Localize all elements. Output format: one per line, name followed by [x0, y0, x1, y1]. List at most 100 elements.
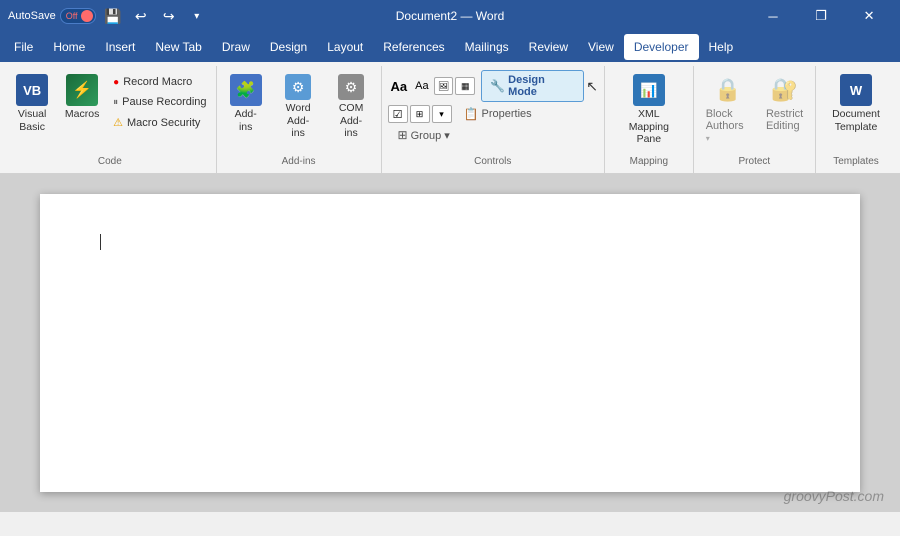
menu-item-developer[interactable]: Developer — [624, 34, 699, 60]
text-size-large-btn[interactable]: Aa — [388, 78, 411, 95]
xml-mapping-pane-button[interactable]: 📊 XML MappingPane — [611, 70, 687, 150]
menu-item-mailings[interactable]: Mailings — [455, 34, 519, 60]
xml-mapping-icon: 📊 — [633, 74, 665, 106]
title-bar-right: ─ ❐ ✕ — [597, 0, 892, 32]
templates-group-label: Templates — [822, 154, 890, 169]
vb-label: VisualBasic — [18, 108, 46, 133]
group-area: ⊞ Group ▾ — [392, 126, 456, 144]
close-button[interactable]: ✕ — [846, 0, 892, 32]
undo-button[interactable]: ↩ — [130, 5, 152, 27]
properties-label: Properties — [482, 108, 532, 120]
block-authors-icon: 🔒 — [712, 74, 744, 106]
menu-item-layout[interactable]: Layout — [317, 34, 373, 60]
com-add-ins-label: COMAdd-ins — [334, 102, 369, 140]
controls-row1: Aa Aa 🖼 ▦ 🔧 Design Mode ↖ — [388, 70, 598, 102]
menu-item-new-tab[interactable]: New Tab — [145, 34, 211, 60]
design-mode-button[interactable]: 🔧 Design Mode — [481, 70, 584, 102]
menu-item-review[interactable]: Review — [519, 34, 578, 60]
combo-ctrl-icon[interactable]: ▦ — [455, 77, 475, 95]
restrict-editing-label: RestrictEditing — [766, 108, 803, 132]
macros-col: ● Record Macro ⏸ Pause Recording ⚠ Macro… — [109, 70, 210, 131]
properties-area: 📋 Properties — [458, 105, 538, 123]
toggle-knob — [81, 10, 93, 22]
groovy-watermark: groovyPost.com — [784, 488, 884, 504]
ribbon-group-add-ins: 🧩 Add-ins ⚙ WordAdd-ins ⚙ COMAdd-ins Add… — [217, 66, 382, 173]
templates-group-content: W DocumentTemplate — [826, 70, 886, 154]
add-ins-group-label: Add-ins — [223, 154, 375, 169]
title-bar-left: AutoSave Off 💾 ↩ ↪ ▾ — [8, 5, 303, 27]
cursor-pointer-icon: ↖ — [586, 78, 598, 95]
record-icon: ● — [113, 77, 119, 88]
customize-qat-button[interactable]: ▾ — [186, 5, 208, 27]
properties-icon: 📋 — [464, 107, 479, 121]
image-ctrl-icon[interactable]: 🖼 — [434, 77, 454, 95]
macro-security-label: Macro Security — [127, 117, 200, 129]
pause-recording-label: Pause Recording — [122, 96, 206, 108]
record-macro-label: Record Macro — [123, 76, 192, 88]
menu-item-home[interactable]: Home — [43, 34, 95, 60]
autosave-state: Off — [66, 11, 78, 21]
visual-basic-button[interactable]: VB VisualBasic — [9, 70, 55, 137]
autosave-pill[interactable]: Off — [60, 8, 96, 24]
menu-item-draw[interactable]: Draw — [212, 34, 260, 60]
code-group-content: VB VisualBasic ⚡ Macros ● Record Macro ⏸… — [9, 70, 210, 154]
group-button[interactable]: ⊞ Group ▾ — [392, 126, 456, 144]
menu-bar: File Home Insert New Tab Draw Design Lay… — [0, 32, 900, 62]
redo-button[interactable]: ↪ — [158, 5, 180, 27]
mapping-group-label: Mapping — [611, 154, 687, 169]
document-template-button[interactable]: W DocumentTemplate — [826, 70, 886, 137]
controls-group-label: Controls — [388, 154, 598, 169]
block-authors-label: BlockAuthors ▾ — [706, 108, 750, 144]
restrict-editing-icon: 🔐 — [769, 74, 801, 106]
text-cursor — [100, 234, 101, 250]
macros-button[interactable]: ⚡ Macros — [59, 70, 105, 125]
ribbon-group-templates: W DocumentTemplate Templates — [816, 66, 896, 173]
record-macro-button[interactable]: ● Record Macro — [109, 74, 210, 90]
autosave-label: AutoSave — [8, 10, 56, 22]
com-add-ins-button[interactable]: ⚙ COMAdd-ins — [328, 70, 375, 144]
group-label: Group ▾ — [411, 129, 450, 142]
macros-icon: ⚡ — [66, 74, 98, 106]
code-group-label: Code — [10, 154, 210, 169]
dropdown-ctrl-icon[interactable]: ▾ — [432, 105, 452, 123]
add-ins-label: Add-ins — [235, 108, 257, 133]
pause-recording-button[interactable]: ⏸ Pause Recording — [109, 94, 210, 110]
warning-icon: ⚠ — [113, 116, 123, 129]
add-ins-button[interactable]: 🧩 Add-ins — [223, 70, 269, 137]
menu-item-references[interactable]: References — [373, 34, 454, 60]
word-add-ins-button[interactable]: ⚙ WordAdd-ins — [275, 70, 322, 144]
checkbox-ctrl-icon[interactable]: ☑ — [388, 105, 408, 123]
ribbon-group-code: VB VisualBasic ⚡ Macros ● Record Macro ⏸… — [4, 66, 217, 173]
menu-item-design[interactable]: Design — [260, 34, 317, 60]
restrict-editing-button[interactable]: 🔐 RestrictEditing — [760, 70, 809, 136]
document-area[interactable]: groovyPost.com — [0, 174, 900, 512]
restore-button[interactable]: ❐ — [798, 0, 844, 32]
design-mode-label: Design Mode — [508, 74, 575, 98]
menu-item-file[interactable]: File — [4, 34, 43, 60]
text-size-small-btn[interactable]: Aa — [412, 79, 431, 93]
add-ins-icon: 🧩 — [230, 74, 262, 106]
document-page[interactable] — [40, 194, 860, 492]
menu-item-help[interactable]: Help — [699, 34, 744, 60]
controls-row3: ⊞ Group ▾ — [388, 126, 456, 144]
protect-group-content: 🔒 BlockAuthors ▾ 🔐 RestrictEditing — [700, 70, 809, 154]
autosave-toggle[interactable]: AutoSave Off — [8, 8, 96, 24]
block-authors-button[interactable]: 🔒 BlockAuthors ▾ — [700, 70, 756, 148]
mapping-group-content: 📊 XML MappingPane — [611, 70, 687, 154]
ribbon-group-mapping: 📊 XML MappingPane Mapping — [605, 66, 694, 173]
vb-icon: VB — [16, 74, 48, 106]
save-button[interactable]: 💾 — [102, 5, 124, 27]
table-ctrl-icon[interactable]: ⊞ — [410, 105, 430, 123]
controls-group-content: Aa Aa 🖼 ▦ 🔧 Design Mode ↖ ☑ ⊞ ▾ — [388, 70, 598, 154]
document-template-icon: W — [840, 74, 872, 106]
macro-security-button[interactable]: ⚠ Macro Security — [109, 114, 210, 131]
properties-button[interactable]: 📋 Properties — [458, 105, 538, 123]
word-add-ins-label: WordAdd-ins — [281, 102, 316, 140]
document-template-label: DocumentTemplate — [832, 108, 880, 133]
design-mode-area: 🔧 Design Mode ↖ — [481, 70, 598, 102]
minimize-button[interactable]: ─ — [750, 0, 796, 32]
group-icon: ⊞ — [398, 128, 408, 142]
menu-item-insert[interactable]: Insert — [95, 34, 145, 60]
document-title: Document2 — Word — [303, 9, 598, 23]
menu-item-view[interactable]: View — [578, 34, 624, 60]
